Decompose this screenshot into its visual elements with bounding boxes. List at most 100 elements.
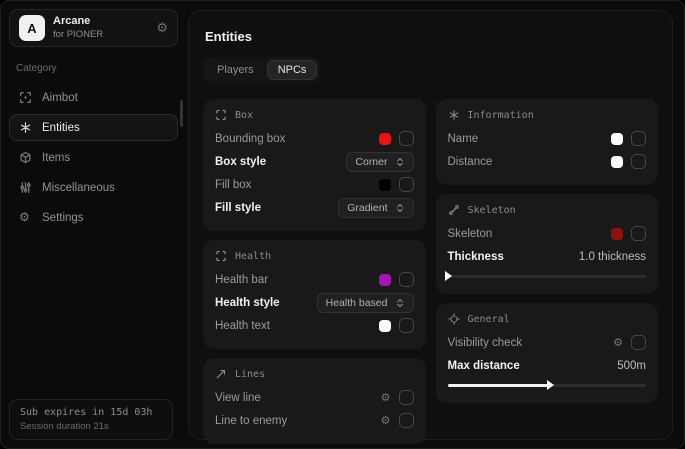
box-card: Box Bounding box Box style <box>203 99 426 231</box>
gear-icon[interactable]: ⚙ <box>156 21 168 36</box>
card-title: Lines <box>235 369 265 380</box>
chevron-updown-icon <box>395 298 405 308</box>
thickness-slider[interactable] <box>448 271 647 282</box>
sub-expiry-text: Sub expires in 15d 03h <box>20 407 162 418</box>
crosshair-icon <box>19 91 32 104</box>
subscription-info: Sub expires in 15d 03h Session duration … <box>9 399 173 440</box>
gear-icon: ⚙ <box>19 211 32 224</box>
slider-handle[interactable] <box>445 271 452 281</box>
fill-style-select[interactable]: Gradient <box>338 198 413 218</box>
skeleton-card: Skeleton Skeleton Thickness 1.0 thicknes… <box>436 194 659 294</box>
gear-icon[interactable]: ⚙ <box>381 414 391 427</box>
max-distance-slider[interactable] <box>448 380 647 391</box>
brand-header: A Arcane for PIONER ⚙ <box>9 9 178 47</box>
health-bar-checkbox[interactable] <box>399 272 414 287</box>
setting-row-health-text: Health text <box>215 314 414 337</box>
color-swatch[interactable] <box>379 274 391 286</box>
entities-icon <box>19 121 32 134</box>
card-title: Box <box>235 110 253 121</box>
distance-checkbox[interactable] <box>631 154 646 169</box>
setting-row-health-style: Health style Health based <box>215 291 414 314</box>
setting-row-thickness: Thickness 1.0 thickness <box>448 245 647 268</box>
sidebar-item-entities[interactable]: Entities <box>9 114 178 141</box>
brackets-icon <box>215 109 227 121</box>
setting-row-visibility-check: Visibility check ⚙ <box>448 331 647 354</box>
line-to-enemy-checkbox[interactable] <box>399 413 414 428</box>
cube-icon <box>19 151 32 164</box>
setting-row-name: Name <box>448 127 647 150</box>
sidebar-item-aimbot[interactable]: Aimbot <box>9 84 178 111</box>
lines-card: Lines View line ⚙ Line to enemy <box>203 358 426 444</box>
sidebar-item-label: Miscellaneous <box>42 182 115 194</box>
setting-row-line-to-enemy: Line to enemy ⚙ <box>215 409 414 432</box>
name-checkbox[interactable] <box>631 131 646 146</box>
setting-row-skeleton: Skeleton <box>448 222 647 245</box>
information-icon <box>448 109 460 121</box>
setting-row-fill-style: Fill style Gradient <box>215 196 414 219</box>
box-style-select[interactable]: Corner <box>346 152 413 172</box>
sidebar-item-label: Items <box>42 152 70 164</box>
health-card: Health Health bar Health style <box>203 240 426 349</box>
setting-row-box-style: Box style Corner <box>215 150 414 173</box>
brand-logo: A <box>19 15 45 41</box>
diagonal-line-icon <box>215 368 227 380</box>
left-column: Box Bounding box Box style <box>203 99 426 444</box>
card-title: Information <box>468 110 534 121</box>
health-style-select[interactable]: Health based <box>317 293 414 313</box>
sidebar-nav: Aimbot Entities Items Miscellaneous ⚙ Se… <box>9 84 178 231</box>
sliders-icon <box>19 181 32 194</box>
slider-handle[interactable] <box>547 380 554 390</box>
gear-icon[interactable]: ⚙ <box>613 336 623 349</box>
color-swatch[interactable] <box>611 228 623 240</box>
entity-type-tabs: Players NPCs <box>203 57 320 83</box>
sidebar-item-label: Settings <box>42 212 84 224</box>
target-icon <box>448 313 460 325</box>
tab-npcs[interactable]: NPCs <box>267 60 318 80</box>
fill-box-checkbox[interactable] <box>399 177 414 192</box>
setting-row-max-distance: Max distance 500m <box>448 354 647 377</box>
session-duration-text: Session duration 21s <box>20 421 162 432</box>
card-title: General <box>468 314 510 325</box>
sidebar: A Arcane for PIONER ⚙ Category Aimbot En… <box>1 1 186 448</box>
sidebar-scrollbar[interactable] <box>180 100 183 127</box>
color-swatch[interactable] <box>611 133 623 145</box>
brackets-icon <box>215 250 227 262</box>
color-swatch[interactable] <box>611 156 623 168</box>
setting-row-view-line: View line ⚙ <box>215 386 414 409</box>
chevron-updown-icon <box>395 203 405 213</box>
color-swatch[interactable] <box>379 179 391 191</box>
brand-name: Arcane <box>53 15 103 29</box>
information-card: Information Name Distance <box>436 99 659 185</box>
bounding-box-checkbox[interactable] <box>399 131 414 146</box>
view-line-checkbox[interactable] <box>399 390 414 405</box>
color-swatch[interactable] <box>379 320 391 332</box>
sidebar-item-label: Entities <box>42 122 80 134</box>
main-area: Entities Players NPCs Box Bounding box <box>186 1 684 448</box>
page-title: Entities <box>205 29 658 44</box>
card-title: Skeleton <box>468 205 516 216</box>
color-swatch[interactable] <box>379 133 391 145</box>
setting-row-health-bar: Health bar <box>215 268 414 291</box>
sidebar-item-settings[interactable]: ⚙ Settings <box>9 204 178 231</box>
gear-icon[interactable]: ⚙ <box>381 391 391 404</box>
visibility-check-checkbox[interactable] <box>631 335 646 350</box>
right-column: Information Name Distance <box>436 99 659 403</box>
sidebar-item-label: Aimbot <box>42 92 78 104</box>
card-title: Health <box>235 251 271 262</box>
bone-icon <box>448 204 460 216</box>
setting-row-distance: Distance <box>448 150 647 173</box>
app-window: A Arcane for PIONER ⚙ Category Aimbot En… <box>0 0 685 449</box>
setting-row-bounding-box: Bounding box <box>215 127 414 150</box>
brand-subtitle: for PIONER <box>53 29 103 41</box>
setting-row-fill-box: Fill box <box>215 173 414 196</box>
sidebar-item-miscellaneous[interactable]: Miscellaneous <box>9 174 178 201</box>
max-distance-value: 500m <box>617 360 646 372</box>
chevron-updown-icon <box>395 157 405 167</box>
entities-panel: Entities Players NPCs Box Bounding box <box>188 10 673 440</box>
general-card: General Visibility check ⚙ Max distance … <box>436 303 659 403</box>
health-text-checkbox[interactable] <box>399 318 414 333</box>
tab-players[interactable]: Players <box>206 60 265 80</box>
sidebar-item-items[interactable]: Items <box>9 144 178 171</box>
skeleton-checkbox[interactable] <box>631 226 646 241</box>
thickness-value: 1.0 thickness <box>579 251 646 263</box>
